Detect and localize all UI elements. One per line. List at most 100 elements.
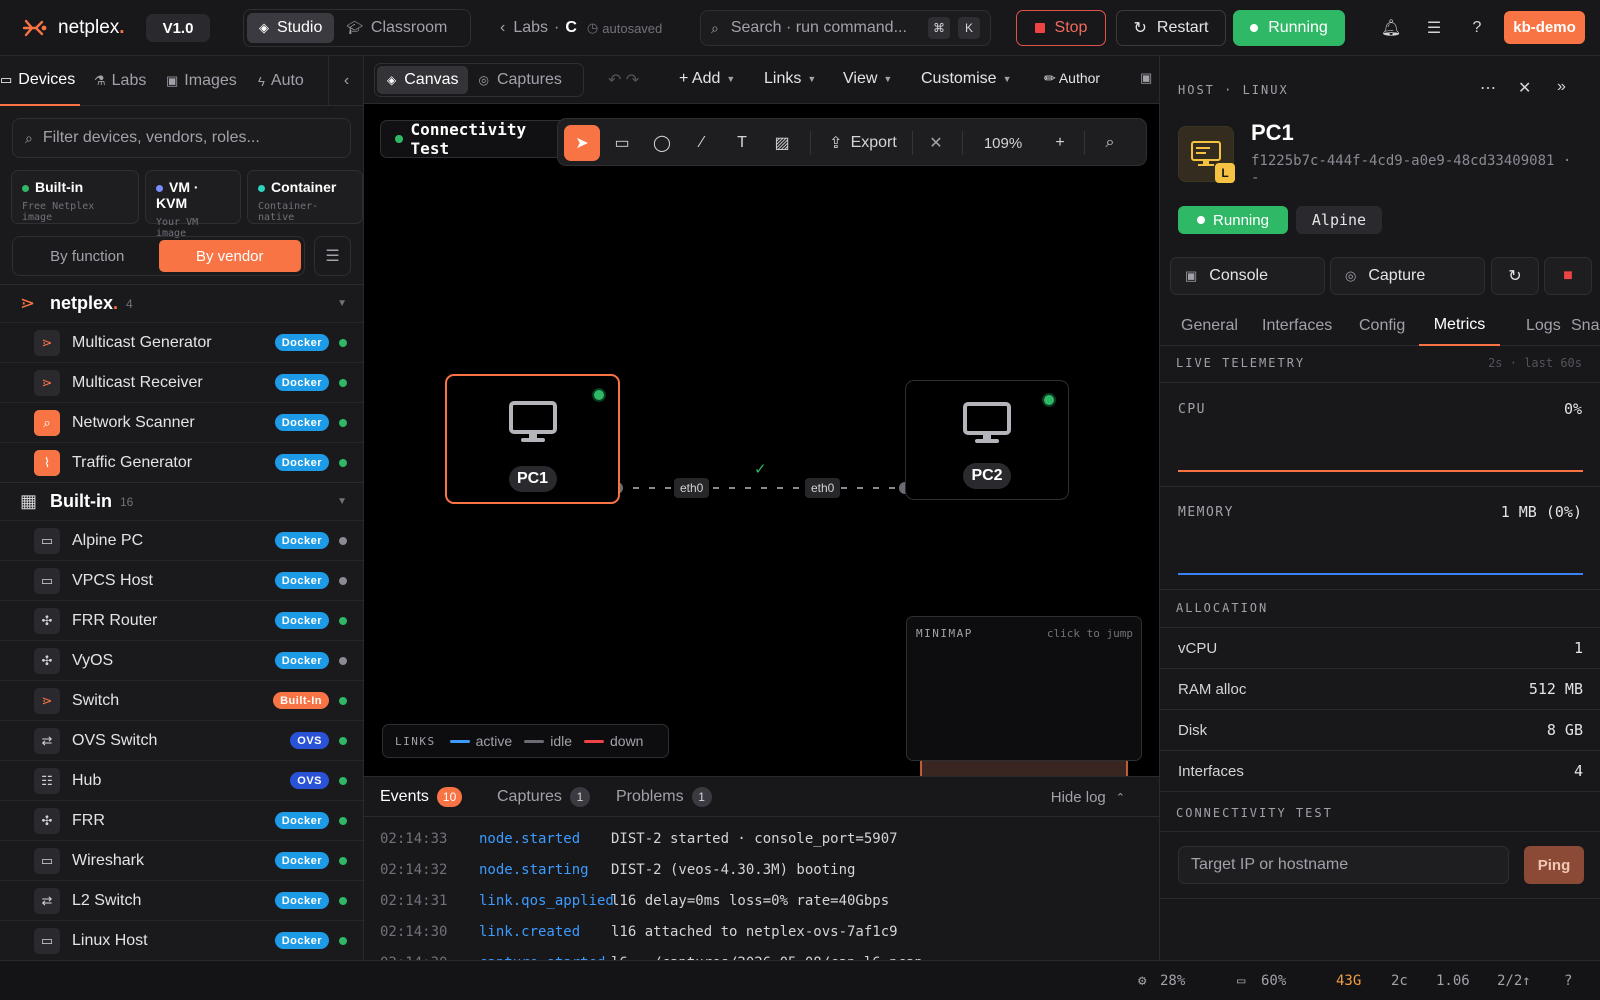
device-item[interactable]: ▭ VPCS Host Docker bbox=[0, 560, 363, 600]
tab-canvas[interactable]: ◈ Canvas bbox=[377, 66, 469, 94]
restart-button[interactable]: ↻ Restart bbox=[1116, 10, 1226, 46]
capture-button[interactable]: ◎ Capture bbox=[1330, 257, 1485, 295]
brand[interactable]: netplex. bbox=[20, 14, 125, 42]
log-row[interactable]: 02:14:33 node.started DIST-2 started · con… bbox=[380, 823, 898, 854]
device-filter-input[interactable]: ⌕ Filter devices, vendors, roles... bbox=[12, 118, 351, 158]
breadcrumb-current[interactable]: C bbox=[565, 19, 577, 37]
view-menu[interactable]: View ▼ bbox=[843, 70, 892, 88]
device-item[interactable]: ✣ FRR Router Docker bbox=[0, 600, 363, 640]
minimap[interactable]: MINIMAP click to jump bbox=[906, 616, 1142, 761]
log-row[interactable]: 02:14:32 node.starting DIST-2 (veos-4.30.3… bbox=[380, 854, 855, 885]
device-item[interactable]: ⌕ Network Scanner Docker bbox=[0, 402, 363, 442]
ping-button[interactable]: Ping bbox=[1524, 846, 1584, 884]
stop-node-icon[interactable]: ■ bbox=[1544, 257, 1592, 295]
user-button[interactable]: kb-demo bbox=[1504, 11, 1585, 44]
log-rows: 02:14:33 node.started DIST-2 started · con… bbox=[364, 817, 1159, 962]
device-item[interactable]: ✣ FRR Docker bbox=[0, 800, 363, 840]
hide-log-button[interactable]: Hide log ⌃ bbox=[1051, 789, 1125, 806]
bell-icon[interactable]: 🔔︎ bbox=[1379, 16, 1403, 40]
help-icon[interactable]: ? bbox=[1465, 16, 1489, 40]
close-icon[interactable]: ✕ bbox=[1518, 78, 1531, 98]
device-item[interactable]: ✣ VyOS Docker bbox=[0, 640, 363, 680]
zoom-fit-icon[interactable]: ⌕ bbox=[1092, 125, 1128, 161]
device-item[interactable]: ⌇ Traffic Generator Docker bbox=[0, 442, 363, 482]
customise-menu[interactable]: Customise ▼ bbox=[921, 70, 1012, 88]
sliders-icon[interactable]: ☰ bbox=[1422, 16, 1446, 40]
device-item[interactable]: ▭ Wireshark Docker bbox=[0, 840, 363, 880]
log-row[interactable]: 02:14:31 link.qos_applied l16 delay=0ms lo… bbox=[380, 885, 889, 916]
add-menu[interactable]: + Add ▼ bbox=[679, 70, 735, 88]
tab-log-captures[interactable]: Captures 1 bbox=[497, 781, 590, 813]
node-pc2[interactable]: PC2 bbox=[905, 380, 1069, 500]
export-button[interactable]: ⇪ Export bbox=[820, 125, 906, 161]
device-item[interactable]: ⋗ Multicast Generator Docker bbox=[0, 322, 363, 362]
device-item[interactable]: ▭ Linux Host Docker bbox=[0, 920, 363, 960]
ellipse-tool-icon[interactable]: ◯ bbox=[644, 125, 680, 161]
device-item[interactable]: ▭ Alpine PC Docker bbox=[0, 520, 363, 560]
tab-captures[interactable]: ◎ Captures bbox=[468, 66, 571, 94]
node-pc1[interactable]: PC1 bbox=[445, 374, 620, 504]
rectangle-tool-icon[interactable]: ▭ bbox=[604, 125, 640, 161]
tab-problems[interactable]: Problems 1 bbox=[616, 781, 712, 813]
mode-classroom[interactable]: 🎓︎ Classroom bbox=[334, 13, 459, 43]
tab-devices[interactable]: ▭ Devices bbox=[0, 56, 80, 106]
version-badge[interactable]: V1.0 bbox=[146, 14, 210, 42]
running-status-button[interactable]: Running bbox=[1233, 10, 1345, 46]
tab-metrics[interactable]: Metrics bbox=[1419, 306, 1500, 346]
log-row[interactable]: 02:14:30capture.startedl6 → /captures/20… bbox=[380, 947, 923, 962]
netplex-logo-icon bbox=[22, 19, 47, 37]
tab-snapshots[interactable]: Snap bbox=[1571, 306, 1600, 346]
device-item[interactable]: ⇄ OVS Switch OVS bbox=[0, 720, 363, 760]
ping-target-input[interactable]: Target IP or hostname bbox=[1178, 846, 1509, 884]
tab-config[interactable]: Config bbox=[1359, 306, 1405, 346]
zoom-level[interactable]: 109% bbox=[968, 125, 1038, 161]
log-row[interactable]: 02:14:30 link.created l16 attached to netp… bbox=[380, 916, 898, 947]
expand-icon[interactable]: » bbox=[1557, 78, 1566, 96]
status-help-icon[interactable]: ? bbox=[1564, 973, 1572, 989]
tab-logs[interactable]: Logs bbox=[1526, 306, 1561, 346]
collapse-sidebar-icon[interactable]: ‹ bbox=[328, 56, 364, 106]
device-group-header[interactable]: ⋗ netplex. 4 ▼ bbox=[0, 284, 363, 322]
mode-studio[interactable]: ◈ Studio bbox=[247, 13, 335, 43]
select-tool-icon[interactable]: ➤ bbox=[564, 125, 600, 161]
stop-button[interactable]: Stop bbox=[1016, 10, 1106, 46]
restart-node-icon[interactable]: ↻ bbox=[1491, 257, 1539, 295]
device-item[interactable]: ⋗ Multicast Receiver Docker bbox=[0, 362, 363, 402]
chevron-down-icon[interactable]: ▼ bbox=[337, 496, 347, 507]
group-by-vendor[interactable]: By vendor bbox=[158, 240, 301, 272]
tab-general[interactable]: General bbox=[1181, 306, 1238, 346]
interface-label-b[interactable]: eth0 bbox=[805, 478, 841, 498]
text-tool-icon[interactable]: T bbox=[724, 125, 760, 161]
console-button[interactable]: ▣ Console bbox=[1170, 257, 1325, 295]
source-card-vm[interactable]: VM · KVM Your VM image bbox=[145, 170, 241, 239]
tab-labs[interactable]: ⚗︎ Labs bbox=[94, 56, 146, 106]
command-search[interactable]: ⌕ Search · run command... ⌘ K bbox=[700, 10, 991, 46]
device-tag: Docker bbox=[274, 812, 329, 829]
close-icon[interactable]: ✕ bbox=[918, 125, 954, 161]
line-tool-icon[interactable]: ∕ bbox=[684, 125, 720, 161]
source-card-container[interactable]: Container Container-native bbox=[247, 170, 363, 224]
device-item[interactable]: ☷ Hub OVS bbox=[0, 760, 363, 800]
undo-redo-icons[interactable]: ↶ ↷ bbox=[608, 70, 639, 90]
source-card-builtin[interactable]: Built-in Free Netplex image bbox=[11, 170, 139, 224]
back-icon[interactable]: ‹ bbox=[500, 19, 505, 37]
device-group-header[interactable]: ▦ Built-in 16 ▼ bbox=[0, 482, 363, 520]
terminal-icon[interactable]: ▣ bbox=[1140, 70, 1152, 86]
links-menu[interactable]: Links ▼ bbox=[764, 70, 816, 88]
device-item[interactable]: ⇄ L2 Switch Docker bbox=[0, 880, 363, 920]
image-tool-icon[interactable]: ▨ bbox=[764, 125, 800, 161]
chevron-down-icon[interactable]: ▼ bbox=[337, 298, 347, 309]
tab-interfaces[interactable]: Interfaces bbox=[1262, 306, 1332, 346]
group-by-function[interactable]: By function bbox=[16, 240, 159, 272]
interface-label-a[interactable]: eth0 bbox=[674, 478, 710, 498]
device-item[interactable]: ⋗ Switch Built-In bbox=[0, 680, 363, 720]
lab-name-pill[interactable]: Connectivity Test bbox=[380, 120, 580, 158]
tab-images[interactable]: ▣ Images bbox=[166, 56, 237, 106]
zoom-in-button[interactable]: + bbox=[1042, 125, 1078, 161]
more-icon[interactable]: ⋯ bbox=[1480, 78, 1496, 98]
author-mode-button[interactable]: ✏ Author bbox=[1044, 70, 1100, 87]
tab-events[interactable]: Events 10 bbox=[380, 781, 463, 813]
tab-auto[interactable]: ϟ Auto bbox=[258, 56, 304, 106]
list-view-icon[interactable]: ☰ bbox=[314, 236, 351, 276]
breadcrumb-labs[interactable]: Labs bbox=[513, 19, 548, 37]
